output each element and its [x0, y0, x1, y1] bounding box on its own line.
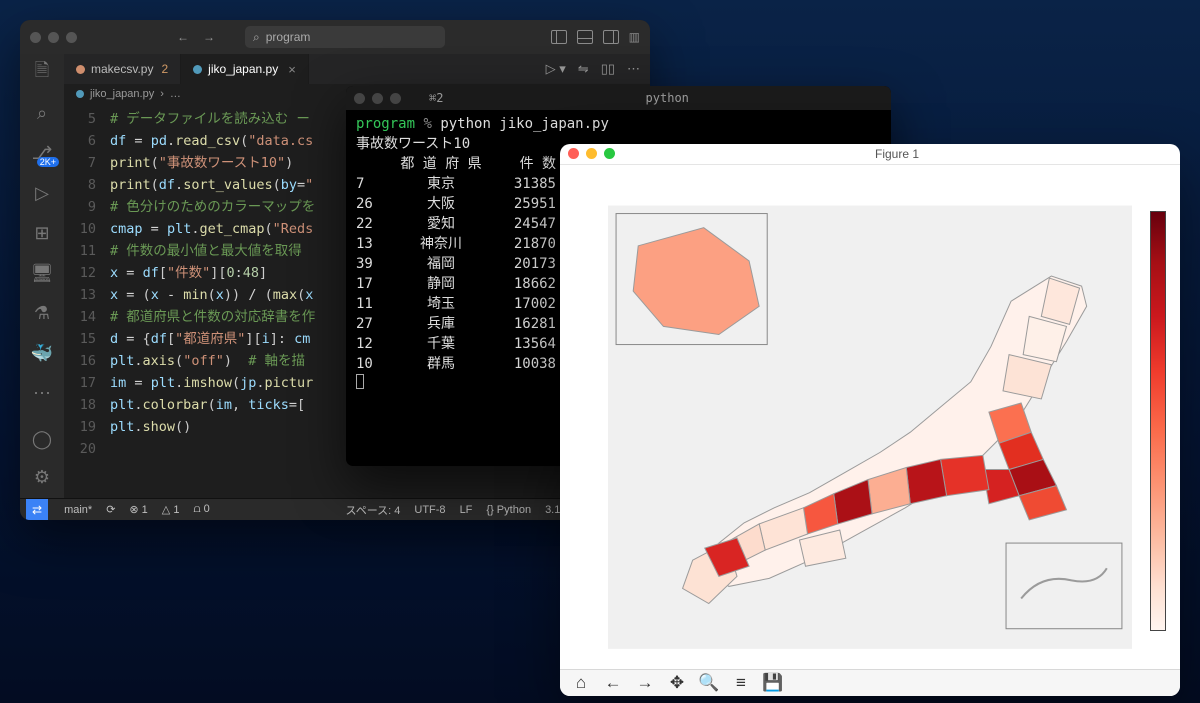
close-icon[interactable]: ×	[288, 62, 296, 77]
panel-left-icon[interactable]	[551, 30, 567, 44]
tab-label: makecsv.py	[91, 62, 153, 76]
breadcrumb-more: …	[170, 88, 181, 100]
line-number: 17	[64, 372, 110, 394]
accounts-icon[interactable]: ◯	[31, 428, 53, 450]
customize-layout-icon[interactable]: ▥	[629, 30, 640, 44]
compare-icon[interactable]: ⇋	[578, 61, 589, 77]
figure-canvas[interactable]	[560, 165, 1180, 669]
scm-icon[interactable]: ⎇	[31, 142, 53, 164]
python-file-icon	[76, 90, 84, 98]
line-number: 19	[64, 416, 110, 438]
status-branch[interactable]: main*	[64, 504, 92, 516]
status-encoding[interactable]: UTF-8	[414, 504, 445, 516]
run-debug-icon[interactable]: ▷	[31, 182, 53, 204]
minimize-window-icon[interactable]	[586, 148, 597, 159]
line-number: 6	[64, 130, 110, 152]
window-controls[interactable]	[354, 93, 401, 104]
back-button[interactable]: ←	[598, 670, 628, 696]
status-spaces[interactable]: スペース: 4	[345, 502, 400, 518]
activity-bar: 🗎 ⌕ ⎇ ▷ ⊞ 🖥 ⚗ 🐳 ⋯ ◯ ⚙	[20, 54, 64, 498]
matplotlib-figure-window: Figure 1	[560, 144, 1180, 696]
line-number: 10	[64, 218, 110, 240]
status-bar: ⇄ main* ⟳ ⊗ 1 △ 1 ⩍ 0 スペース: 4 UTF-8 LF {…	[20, 498, 650, 520]
line-number: 16	[64, 350, 110, 372]
figure-title: Figure 1	[875, 147, 919, 161]
line-number: 12	[64, 262, 110, 284]
search-icon: ⌕	[253, 30, 260, 45]
line-number: 13	[64, 284, 110, 306]
status-ports[interactable]: ⩍ 0	[193, 503, 209, 516]
line-number: 9	[64, 196, 110, 218]
nav-arrows[interactable]: ← →	[177, 30, 215, 44]
tab-indicator: 2	[161, 62, 168, 76]
nav-back-icon[interactable]: ←	[177, 30, 189, 44]
tab-jiko-japan[interactable]: jiko_japan.py ×	[181, 54, 309, 84]
run-icon[interactable]: ▷ ▾	[546, 61, 566, 77]
status-eol[interactable]: LF	[460, 504, 473, 516]
save-button[interactable]: 💾	[758, 670, 788, 696]
python-file-icon	[193, 65, 202, 74]
zoom-window-icon[interactable]	[604, 148, 615, 159]
nav-forward-icon[interactable]: →	[203, 30, 215, 44]
python-file-icon	[76, 65, 85, 74]
cursor	[356, 374, 364, 389]
status-sync[interactable]: ⟳	[106, 503, 115, 516]
settings-icon[interactable]: ⚙	[31, 466, 53, 488]
figure-titlebar: Figure 1	[560, 144, 1180, 165]
japan-choropleth	[608, 203, 1132, 651]
panel-right-icon[interactable]	[603, 30, 619, 44]
chevron-right-icon: ›	[160, 88, 164, 100]
editor-tabs: makecsv.py 2 jiko_japan.py × ▷ ▾ ⇋ ▯▯ ⋯	[64, 54, 650, 84]
more-icon[interactable]: ⋯	[31, 382, 53, 404]
zoom-button[interactable]: 🔍	[694, 670, 724, 696]
terminal-process: python	[646, 91, 689, 105]
line-number: 20	[64, 438, 110, 460]
line-number: 7	[64, 152, 110, 174]
terminal-titlebar: ⌘2 python	[346, 86, 891, 110]
command-center[interactable]: ⌕ program	[245, 26, 445, 48]
testing-icon[interactable]: ⚗	[31, 302, 53, 324]
figure-toolbar: ⌂ ← → ✥ 🔍 ≡ 💾	[560, 669, 1180, 696]
terminal-command: python jiko_japan.py	[440, 116, 609, 132]
vscode-titlebar: ← → ⌕ program ▥	[20, 20, 650, 54]
forward-button[interactable]: →	[630, 670, 660, 696]
panel-bottom-icon[interactable]	[577, 30, 593, 44]
close-window-icon[interactable]	[568, 148, 579, 159]
line-number: 15	[64, 328, 110, 350]
more-actions-icon[interactable]: ⋯	[627, 61, 640, 77]
window-controls[interactable]	[30, 32, 77, 43]
line-number: 8	[64, 174, 110, 196]
status-lang[interactable]: {} Python	[486, 504, 531, 516]
home-button[interactable]: ⌂	[566, 670, 596, 696]
search-tab-icon[interactable]: ⌕	[31, 102, 53, 124]
line-number: 14	[64, 306, 110, 328]
extensions-icon[interactable]: ⊞	[31, 222, 53, 244]
prompt-sep: %	[415, 116, 440, 132]
remote-indicator[interactable]: ⇄	[26, 499, 48, 520]
search-text: program	[266, 30, 311, 44]
tab-label: jiko_japan.py	[208, 62, 278, 76]
colorbar	[1150, 211, 1166, 631]
line-number: 18	[64, 394, 110, 416]
terminal-tab-label[interactable]: ⌘2	[429, 91, 443, 105]
breadcrumb-file: jiko_japan.py	[90, 88, 154, 100]
layout-controls[interactable]: ▥	[551, 30, 640, 44]
line-number: 5	[64, 108, 110, 130]
pan-button[interactable]: ✥	[662, 670, 692, 696]
tab-makecsv[interactable]: makecsv.py 2	[64, 54, 181, 84]
explorer-icon[interactable]: 🗎	[31, 62, 53, 84]
prompt-host: program	[356, 116, 415, 132]
status-errors[interactable]: ⊗ 1	[129, 503, 147, 516]
line-number: 11	[64, 240, 110, 262]
status-warnings[interactable]: △ 1	[162, 503, 180, 516]
remote-explorer-icon[interactable]: 🖥	[31, 262, 53, 284]
docker-icon[interactable]: 🐳	[31, 342, 53, 364]
configure-button[interactable]: ≡	[726, 670, 756, 696]
split-editor-icon[interactable]: ▯▯	[601, 61, 615, 77]
